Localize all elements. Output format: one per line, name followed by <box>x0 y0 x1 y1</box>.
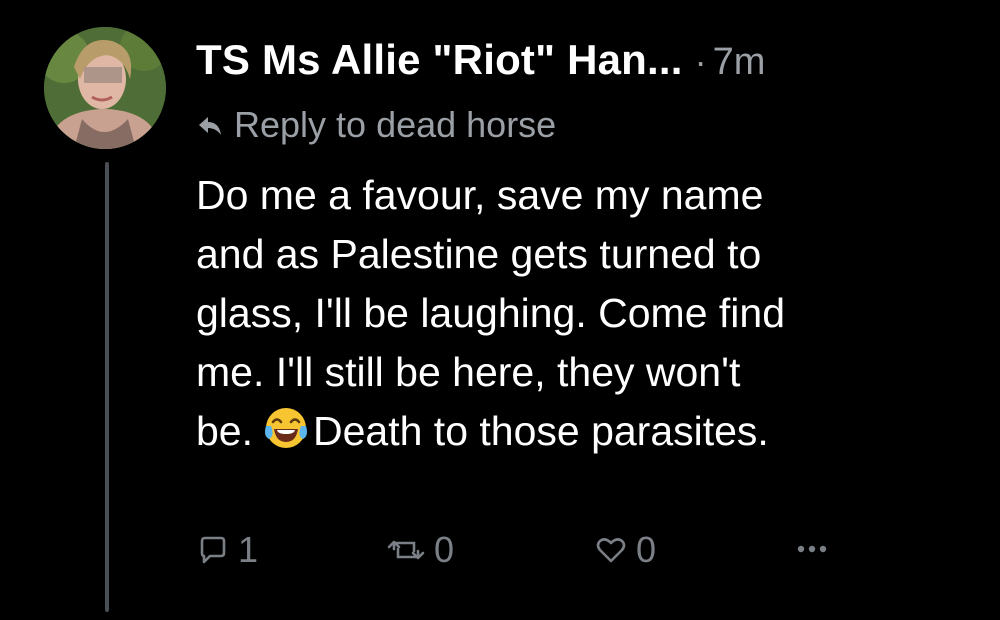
repost-button[interactable]: 0 <box>386 528 454 572</box>
like-button[interactable]: 0 <box>594 528 656 572</box>
thread-line <box>105 162 109 612</box>
repost-icon <box>387 540 425 560</box>
face-with-tears-of-joy-icon <box>265 408 307 448</box>
reply-count: 1 <box>238 529 259 570</box>
author-name[interactable]: TS Ms Allie "Riot" Han... <box>196 36 683 84</box>
reply-to-text: Reply to dead horse <box>234 104 557 145</box>
like-count: 0 <box>636 529 657 570</box>
separator-dot: · <box>694 41 707 82</box>
reply-arrow-icon <box>199 117 221 135</box>
avatar-image <box>44 27 166 149</box>
action-bar: 1 0 0 <box>196 528 896 572</box>
heart-icon <box>596 538 626 563</box>
post-body: Do me a favour, save my name and as Pale… <box>196 166 986 461</box>
avatar[interactable] <box>44 27 166 149</box>
body-line: Do me a favour, save my name <box>196 172 764 218</box>
body-text-before-emoji: be. <box>196 408 253 454</box>
body-text-after-emoji: Death to those parasites. <box>313 408 769 454</box>
repost-count: 0 <box>434 529 455 570</box>
post-time[interactable]: 7m <box>713 41 766 84</box>
post-header: TS Ms Allie "Riot" Han... · 7m <box>196 36 765 92</box>
body-line: glass, I'll be laughing. Come find <box>196 290 785 336</box>
more-dots-icon <box>797 545 827 553</box>
more-options-button[interactable] <box>794 528 838 572</box>
post: TS Ms Allie "Riot" Han... · 7m Reply to … <box>0 0 1000 620</box>
reply-button[interactable]: 1 <box>196 528 258 572</box>
body-line-last: be. Death to those parasites. <box>196 402 986 461</box>
body-line: me. I'll still be here, they won't <box>196 349 741 395</box>
reply-to-indicator[interactable]: Reply to dead horse <box>196 100 556 150</box>
comment-bubble-icon <box>200 536 226 564</box>
body-line: and as Palestine gets turned to <box>196 231 762 277</box>
